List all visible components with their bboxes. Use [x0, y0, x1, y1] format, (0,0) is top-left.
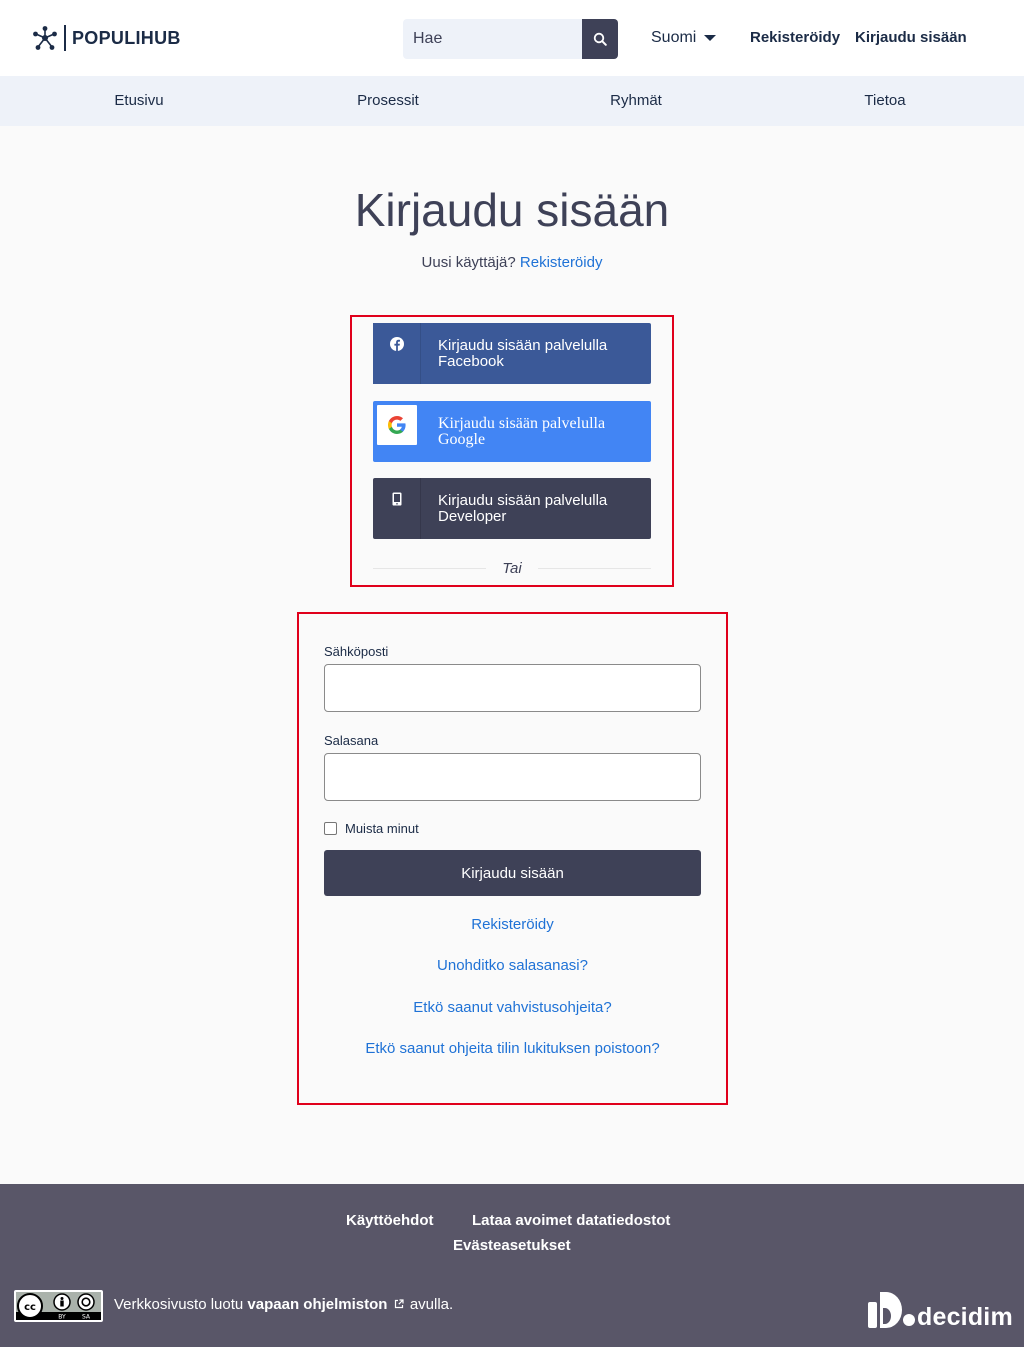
credit-text-after: avulla. [409, 1296, 454, 1313]
register-form-link[interactable]: Rekisteröidy [299, 916, 726, 933]
email-label: Sähköposti [324, 644, 389, 659]
divider-line [373, 567, 487, 569]
cc-by-sa-icon[interactable]: cc BY SA [14, 1290, 103, 1322]
logo-text: POPULIHUB [72, 27, 181, 48]
svg-text:SA: SA [82, 1314, 91, 1321]
or-divider: Tai [373, 558, 651, 578]
facebook-icon [389, 337, 404, 351]
nav-item-about[interactable]: Tietoa [864, 92, 905, 109]
developer-icon-wrap [373, 478, 421, 539]
confirmation-instructions-link[interactable]: Etkö saanut vahvistusohjeita? [299, 999, 726, 1016]
facebook-login-button[interactable]: Kirjaudu sisään palvelulla Facebook [373, 323, 651, 384]
network-icon [33, 26, 57, 50]
search-input[interactable] [403, 19, 582, 59]
nav-item-processes[interactable]: Prosessit [357, 92, 419, 109]
page-title: Kirjaudu sisään [354, 184, 670, 236]
site-header: POPULIHUB Suomi Rekisteröidy Kirjaudu si… [0, 0, 1024, 76]
search-form [403, 19, 618, 59]
site-logo[interactable]: POPULIHUB [32, 24, 181, 52]
footer-open-data-link[interactable]: Lataa avoimet datatiedostot [472, 1212, 670, 1229]
google-icon [377, 405, 417, 445]
site-footer: Käyttöehdot Lataa avoimet datatiedostot … [0, 1184, 1024, 1347]
remember-me-label: Muista minut [345, 821, 419, 836]
caret-down-icon [704, 35, 717, 41]
social-login-section: Kirjaudu sisään palvelulla Facebook Kirj… [350, 315, 674, 587]
new-user-prompt: Uusi käyttäjä? Rekisteröidy [0, 254, 1024, 271]
language-selector[interactable]: Suomi [651, 29, 717, 47]
register-link[interactable]: Rekisteröidy [520, 254, 603, 271]
decidim-mark-icon [868, 1292, 902, 1328]
login-submit-button[interactable]: Kirjaudu sisään [324, 850, 701, 896]
free-software-link[interactable]: vapaan ohjelmiston [247, 1296, 387, 1313]
svg-text:BY: BY [58, 1314, 66, 1321]
or-text: Tai [502, 559, 522, 577]
new-user-text: Uusi käyttäjä? [421, 254, 516, 271]
remember-me: Muista minut [324, 821, 419, 836]
developer-login-label: Kirjaudu sisään palvelulla Developer [438, 491, 608, 525]
password-field[interactable] [324, 753, 701, 801]
nav-item-home[interactable]: Etusivu [114, 92, 163, 109]
remember-me-checkbox[interactable] [324, 822, 337, 835]
external-link-icon [394, 1299, 404, 1309]
footer-credit: Verkkosivusto luotu vapaan ohjelmiston a… [114, 1296, 453, 1313]
logo-divider [64, 25, 66, 51]
forgot-password-link[interactable]: Unohditko salasanasi? [299, 957, 726, 974]
main-navigation: Etusivu Prosessit Ryhmät Tietoa [0, 76, 1024, 126]
divider-line [537, 567, 651, 569]
decidim-wordmark: decidim [917, 1303, 1013, 1331]
footer-cookie-settings-link[interactable]: Evästeasetukset [453, 1237, 571, 1254]
google-login-label: Kirjaudu sisään palvelulla Google [438, 414, 606, 448]
svg-text:cc: cc [24, 1302, 36, 1313]
decidim-dot-icon [903, 1314, 915, 1326]
facebook-icon-wrap [373, 323, 421, 384]
password-label: Salasana [324, 733, 379, 748]
search-button[interactable] [582, 19, 618, 59]
facebook-login-label: Kirjaudu sisään palvelulla Facebook [438, 336, 608, 370]
google-login-button[interactable]: Kirjaudu sisään palvelulla Google [373, 401, 651, 462]
nav-item-groups[interactable]: Ryhmät [610, 92, 662, 109]
decidim-logo[interactable]: decidim [866, 1290, 1013, 1330]
header-login-link[interactable]: Kirjaudu sisään [855, 29, 967, 46]
unlock-instructions-link[interactable]: Etkö saanut ohjeita tilin lukituksen poi… [299, 1040, 726, 1057]
header-register-link[interactable]: Rekisteröidy [750, 29, 840, 46]
phone-icon [392, 492, 401, 506]
language-label: Suomi [651, 29, 697, 46]
credit-text-before: Verkkosivusto luotu [114, 1296, 244, 1313]
email-field[interactable] [324, 664, 701, 712]
footer-terms-link[interactable]: Käyttöehdot [346, 1212, 434, 1229]
developer-login-button[interactable]: Kirjaudu sisään palvelulla Developer [373, 478, 651, 539]
google-icon-wrap [373, 401, 421, 462]
search-icon [593, 32, 607, 46]
login-form: Sähköposti Salasana Muista minut Kirjaud… [297, 612, 728, 1105]
